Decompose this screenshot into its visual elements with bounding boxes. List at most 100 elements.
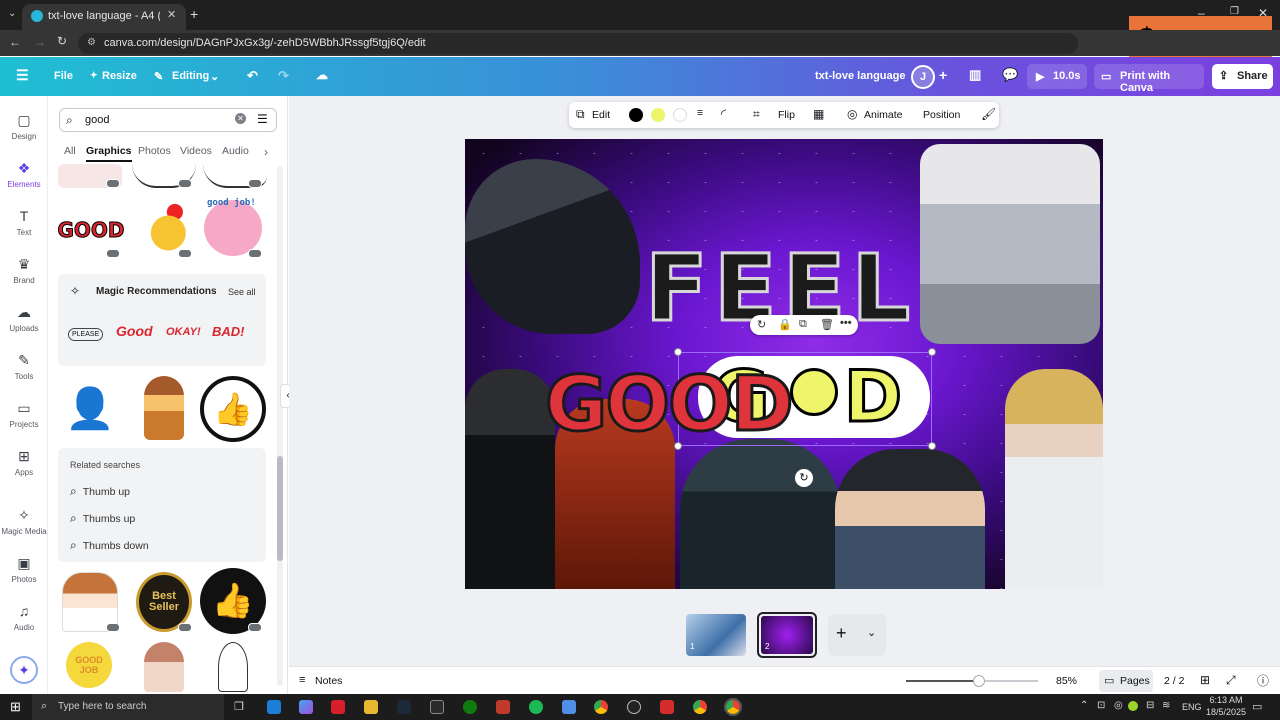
copilot-icon[interactable] [299, 700, 313, 714]
delete-icon[interactable]: 🗑 [820, 318, 834, 331]
edge-icon[interactable] [267, 700, 281, 714]
zoom-slider-knob[interactable] [972, 675, 985, 687]
rail-brand[interactable]: ♛ Brand [0, 256, 48, 285]
site-info-icon[interactable]: ⚙ [87, 37, 96, 48]
corner-rounding-icon[interactable]: ◜ [721, 106, 726, 122]
clear-search-icon[interactable]: ✕ [235, 113, 246, 124]
comment-icon[interactable]: 💬 [1002, 67, 1018, 83]
mini-bad[interactable]: BAD! [212, 324, 245, 339]
rail-tools[interactable]: ✎ Tools [0, 352, 48, 381]
reload-icon[interactable]: ↻ [57, 34, 67, 48]
related-item[interactable]: ⌕ Thumb up [70, 484, 130, 499]
search-box[interactable]: ⌕ good ✕ ☰ [59, 108, 277, 132]
redo-icon[interactable]: ↷ [278, 68, 289, 84]
fullscreen-icon[interactable]: ⤢ [1226, 673, 1236, 688]
language-indicator[interactable]: ENG [1182, 702, 1202, 712]
see-all-link[interactable]: See all [228, 287, 256, 297]
app-icon[interactable] [496, 700, 510, 714]
photo-person-right[interactable] [1005, 369, 1103, 589]
photo-person-left[interactable] [465, 369, 555, 589]
mini-good[interactable]: Good [116, 323, 153, 339]
page-thumbnail-1[interactable]: 1 [686, 614, 746, 656]
filter-icon[interactable]: ☰ [257, 112, 268, 126]
rail-elements[interactable]: ❖ Elements [0, 160, 48, 189]
duplicate-icon[interactable]: ⧉ [799, 318, 807, 331]
graphic-thumb-bubble[interactable]: 👍 [200, 376, 266, 442]
tabs-scroll-right-icon[interactable]: › [264, 145, 268, 159]
back-icon[interactable]: ← [9, 35, 21, 49]
tray-icon[interactable] [1128, 701, 1138, 711]
rotate-icon[interactable]: ↻ [757, 318, 766, 331]
app-icon[interactable] [627, 700, 641, 714]
tab-audio[interactable]: Audio [222, 145, 249, 157]
taskbar-search[interactable]: ⌕ Type here to search [32, 694, 224, 720]
epic-games-icon[interactable] [430, 700, 444, 714]
crop-icon[interactable]: ⌗ [753, 107, 760, 122]
help-icon[interactable]: ⓘ [1257, 672, 1269, 689]
design-canvas[interactable]: FEEL G D GOOD ↻ 🔒 ⧉ 🗑 ••• ↻ [465, 139, 1103, 589]
edit-button[interactable]: Edit [592, 109, 610, 121]
user-avatar[interactable]: J [911, 65, 935, 89]
panel-scrollbar-track[interactable] [277, 166, 283, 686]
red-good-text[interactable]: GOOD [544, 358, 796, 450]
transparency-icon[interactable]: ▦ [813, 107, 824, 121]
mini-okay[interactable]: OKAY! [166, 326, 201, 338]
add-page-icon[interactable]: + [836, 623, 847, 644]
app-icon[interactable] [562, 700, 576, 714]
graphic-good-job-round[interactable]: GOOD JOB [66, 642, 112, 688]
resize-handle[interactable] [928, 442, 936, 450]
rail-photos[interactable]: ▣ Photos [0, 555, 48, 584]
clock-time[interactable]: 6:13 AM [1207, 695, 1245, 705]
magic-assistant-icon[interactable]: ✦ [10, 656, 38, 684]
graphic-person-thumb[interactable]: 👤 [62, 376, 118, 440]
file-explorer-icon[interactable] [364, 700, 378, 714]
notifications-icon[interactable]: ▭ [1252, 700, 1262, 713]
tab-list-icon[interactable]: ⌄ [8, 8, 16, 19]
tray-chevron-icon[interactable]: ⌃ [1080, 700, 1088, 711]
resize-handle[interactable] [674, 348, 682, 356]
grid-view-icon[interactable]: ⊞ [1200, 673, 1210, 687]
resize-handle[interactable] [928, 348, 936, 356]
panel-scrollbar-thumb[interactable] [277, 456, 283, 561]
zoom-level[interactable]: 85% [1056, 675, 1077, 687]
undo-icon[interactable]: ↶ [247, 68, 258, 84]
tab-all[interactable]: All [64, 145, 76, 157]
rotate-handle-icon[interactable]: ↻ [795, 469, 813, 487]
photo-group[interactable] [920, 144, 1100, 344]
flip-button[interactable]: Flip [778, 109, 795, 121]
forward-icon[interactable]: → [34, 35, 46, 49]
color-swatch[interactable] [629, 108, 643, 122]
app-icon[interactable] [331, 700, 345, 714]
copy-style-icon[interactable]: 🖌 [981, 107, 996, 121]
chrome-icon[interactable] [594, 700, 608, 714]
related-item[interactable]: ⌕ Thumbs down [70, 538, 149, 553]
more-options-icon[interactable]: ••• [840, 317, 852, 329]
wifi-icon[interactable]: ≋ [1162, 700, 1170, 711]
xbox-icon[interactable] [463, 700, 477, 714]
pages-button[interactable]: ▭ Pages [1099, 670, 1153, 692]
rail-projects[interactable]: ▭ Projects [0, 400, 48, 429]
chrome-icon[interactable] [693, 700, 707, 714]
share-button[interactable]: ⇪ Share [1212, 64, 1273, 89]
clock-date[interactable]: 18/5/2025 [1202, 707, 1250, 717]
document-title[interactable]: txt-love language [815, 70, 905, 82]
chrome-active-icon[interactable] [724, 698, 742, 716]
steam-icon[interactable] [397, 700, 411, 714]
graphic-cartoon-person[interactable] [144, 376, 184, 440]
tray-icon[interactable]: ⊡ [1097, 700, 1105, 711]
zoom-slider-track[interactable] [906, 675, 1038, 687]
rail-magic-media[interactable]: ✧ Magic Media [0, 507, 48, 536]
menu-icon[interactable]: ☰ [16, 67, 29, 84]
search-input[interactable]: good [85, 114, 109, 126]
chevron-down-icon[interactable]: ⌄ [867, 626, 876, 639]
insights-icon[interactable]: ▥ [969, 67, 981, 83]
spotify-icon[interactable] [529, 700, 543, 714]
rail-audio[interactable]: ♫ Audio [0, 603, 48, 632]
cloud-saved-icon[interactable]: ☁ [316, 68, 328, 82]
rail-text[interactable]: T Text [0, 208, 48, 237]
wps-icon[interactable] [660, 700, 674, 714]
tab-photos[interactable]: Photos [138, 145, 171, 157]
add-collaborator-icon[interactable]: + [939, 67, 947, 83]
editing-mode-button[interactable]: Editing [172, 70, 209, 82]
close-tab-icon[interactable]: ✕ [167, 8, 176, 21]
